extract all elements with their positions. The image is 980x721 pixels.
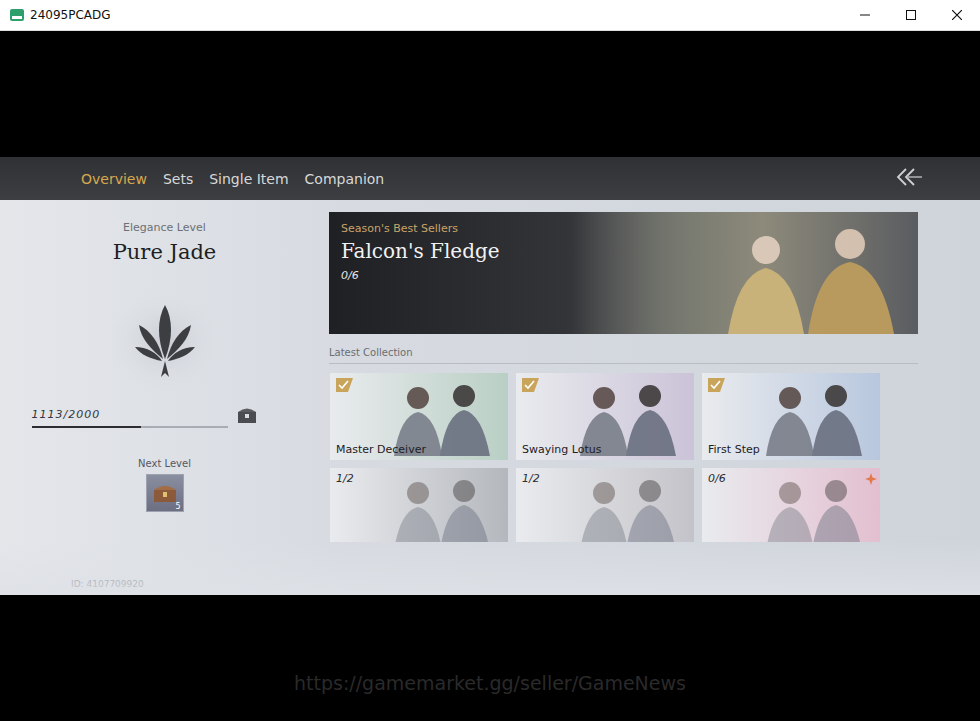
- card-artwork: [566, 469, 686, 542]
- minimize-button[interactable]: [842, 0, 888, 30]
- card-label: First Step: [708, 443, 874, 456]
- tab[interactable]: Companion: [305, 167, 385, 191]
- new-badge-icon: [865, 470, 877, 482]
- progress-text: 1113/2000: [32, 408, 228, 421]
- featured-artwork: [573, 212, 918, 334]
- card-count: 1/2: [336, 472, 502, 485]
- close-icon: [952, 10, 962, 20]
- letterbox-top: [0, 31, 980, 157]
- player-id: ID: 4107709920: [71, 579, 144, 589]
- collection-card[interactable]: 1/2: [516, 468, 694, 542]
- minimize-icon: [860, 10, 870, 20]
- window-title: 24095PCADG: [30, 8, 842, 22]
- back-arrow-icon: [894, 167, 922, 187]
- wardrobe-panel: Elegance Level Pure Jade 1113/2000 Next Lev…: [0, 200, 980, 595]
- owned-badge: [522, 377, 539, 391]
- collection-grid: Master Deceiver Swaying Lotus First Step 1/…: [329, 373, 918, 542]
- next-level-reward[interactable]: 5: [146, 474, 184, 512]
- collection-card[interactable]: Master Deceiver: [330, 373, 508, 460]
- elegance-label: Elegance Level: [123, 221, 206, 234]
- title-bar: 24095PCADG: [0, 0, 980, 31]
- card-label: Master Deceiver: [336, 443, 502, 456]
- card-artwork: [752, 374, 872, 460]
- back-button[interactable]: [894, 167, 922, 191]
- tab[interactable]: Overview: [81, 167, 147, 191]
- collection-card[interactable]: 0/6: [702, 468, 880, 542]
- banner-count: 0/6: [341, 269, 500, 282]
- next-level-label: Next Level: [138, 458, 191, 469]
- window-controls: [842, 0, 980, 30]
- elegance-progress: 1113/2000: [29, 406, 301, 428]
- collection-column: Season's Best Sellers Falcon's Fledge 0/6 L…: [329, 200, 918, 595]
- collection-heading: Latest Collection: [329, 347, 918, 364]
- chest-icon: [236, 406, 258, 424]
- letterbox-bottom: https://gamemarket.gg/seller/GameNews: [0, 595, 980, 721]
- featured-banner[interactable]: Season's Best Sellers Falcon's Fledge 0/6: [329, 212, 918, 334]
- collection-card[interactable]: 1/2: [330, 468, 508, 542]
- app-icon: [10, 9, 24, 21]
- watermark: https://gamemarket.gg/seller/GameNews: [294, 672, 686, 721]
- tab[interactable]: Sets: [163, 167, 193, 191]
- progress-track: [32, 426, 228, 428]
- card-artwork: [380, 469, 500, 542]
- card-artwork: [752, 469, 872, 542]
- tab-list: Overview Sets Single Item Companion: [81, 167, 894, 191]
- maximize-button[interactable]: [888, 0, 934, 30]
- reward-count: 5: [175, 502, 180, 511]
- progress-fill: [32, 426, 141, 428]
- close-button[interactable]: [934, 0, 980, 30]
- lotus-emblem-icon: [105, 287, 225, 397]
- card-count: 0/6: [708, 472, 874, 485]
- owned-badge: [336, 377, 353, 391]
- collection-card[interactable]: First Step: [702, 373, 880, 460]
- card-label: Swaying Lotus: [522, 443, 688, 456]
- banner-tag: Season's Best Sellers: [341, 222, 500, 235]
- featured-figures: [708, 212, 908, 334]
- reward-chest-button[interactable]: [236, 406, 258, 428]
- elegance-column: Elegance Level Pure Jade 1113/2000 Next Lev…: [0, 200, 329, 595]
- reward-chest-icon: [152, 482, 178, 504]
- owned-badge: [708, 377, 725, 391]
- bottom-fog: [0, 540, 980, 595]
- elegance-rank: Pure Jade: [113, 240, 217, 264]
- nav-bar: Overview Sets Single Item Companion: [0, 157, 980, 200]
- tab[interactable]: Single Item: [209, 167, 288, 191]
- collection-card[interactable]: Swaying Lotus: [516, 373, 694, 460]
- emblem: [95, 282, 235, 402]
- banner-title: Falcon's Fledge: [341, 239, 500, 263]
- maximize-icon: [906, 10, 916, 20]
- card-count: 1/2: [522, 472, 688, 485]
